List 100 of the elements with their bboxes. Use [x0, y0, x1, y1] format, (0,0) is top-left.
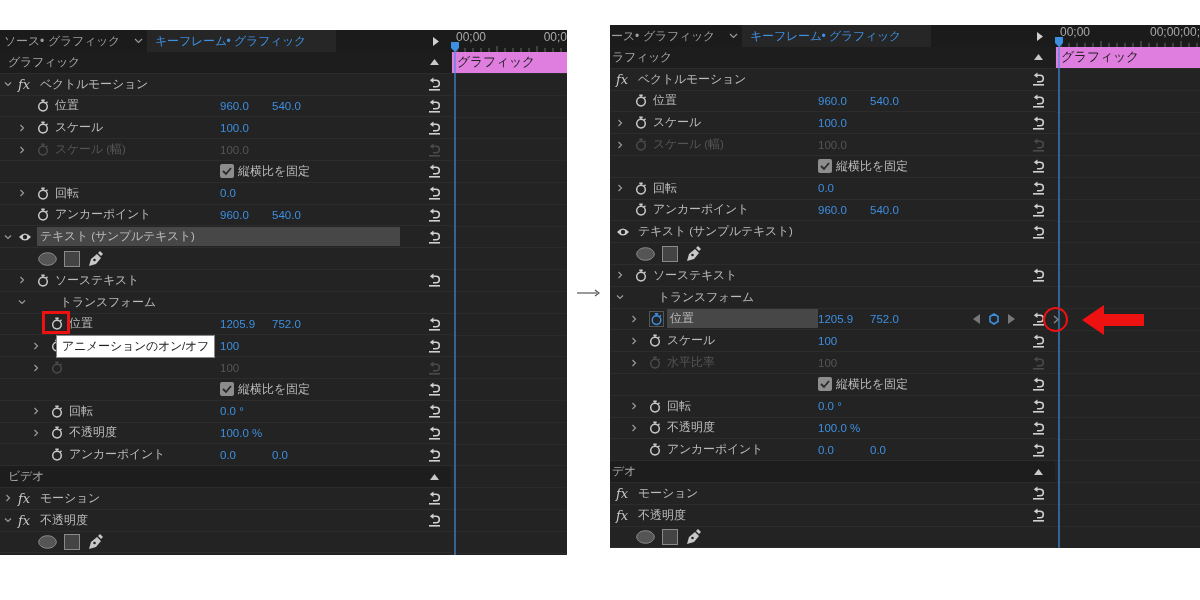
property-name[interactable]: アンカーポイント: [664, 440, 766, 460]
rectangle-tool-icon[interactable]: [662, 245, 678, 262]
chevron-icon[interactable]: [630, 314, 638, 323]
reset-icon[interactable]: [426, 99, 442, 113]
stopwatch-icon[interactable]: [37, 273, 49, 287]
reset-icon[interactable]: [426, 404, 442, 419]
stopwatch-icon[interactable]: [51, 426, 63, 440]
property-value[interactable]: 0.0: [818, 443, 870, 456]
property-name[interactable]: スケール: [650, 113, 704, 133]
clip[interactable]: グラフィック: [452, 52, 567, 73]
next-keyframe-icon[interactable]: [1008, 313, 1015, 324]
property-name[interactable]: アンカーポイント: [52, 205, 154, 225]
reset-icon[interactable]: [426, 229, 442, 244]
chevron-icon[interactable]: [18, 276, 26, 285]
group-name[interactable]: トランスフォーム: [655, 287, 757, 307]
stopwatch-icon[interactable]: [37, 99, 49, 113]
expand-arrow-icon[interactable]: [433, 36, 439, 46]
stopwatch-icon[interactable]: [37, 121, 49, 135]
reset-icon[interactable]: [1030, 224, 1046, 239]
property-value[interactable]: 1205.9: [220, 317, 272, 330]
reset-icon[interactable]: [1030, 377, 1046, 392]
clip[interactable]: グラフィック: [1056, 47, 1200, 68]
property-value[interactable]: 960.0: [818, 203, 870, 216]
stopwatch-icon[interactable]: [635, 203, 647, 217]
property-name[interactable]: 位置: [52, 96, 82, 116]
reset-icon[interactable]: [426, 491, 442, 506]
effect-name[interactable]: モーション: [37, 488, 400, 508]
eye-icon[interactable]: [616, 226, 630, 237]
stopwatch-icon[interactable]: [649, 399, 661, 413]
property-value[interactable]: 100.0 %: [818, 421, 870, 434]
property-value[interactable]: 960.0: [818, 95, 870, 107]
property-name[interactable]: アンカーポイント: [66, 445, 168, 465]
property-name[interactable]: 回転: [52, 183, 82, 203]
previous-keyframe-icon[interactable]: [973, 313, 980, 324]
property-name[interactable]: スケール: [52, 118, 106, 138]
effect-name[interactable]: テキスト (サンプルテキスト): [635, 222, 998, 242]
property-name[interactable]: 位置: [667, 309, 818, 329]
property-name[interactable]: スケール: [664, 331, 718, 351]
dropdown-icon[interactable]: [133, 38, 143, 44]
tab[interactable]: キーフレーム• グラフィック: [146, 30, 337, 52]
reset-icon[interactable]: [1030, 442, 1046, 457]
property-value[interactable]: 540.0: [272, 100, 324, 112]
stopwatch-icon[interactable]: [649, 334, 661, 348]
reset-icon[interactable]: [1030, 399, 1046, 414]
reset-icon[interactable]: [426, 338, 442, 353]
reset-icon[interactable]: [426, 316, 442, 331]
stopwatch-icon[interactable]: [37, 186, 49, 200]
rectangle-tool-icon[interactable]: [64, 533, 80, 550]
reset-icon[interactable]: [1030, 94, 1046, 108]
group-name[interactable]: トランスフォーム: [57, 292, 159, 312]
property-value[interactable]: 960.0: [220, 208, 272, 221]
chevron-icon[interactable]: [630, 423, 638, 432]
ellipse-tool-icon[interactable]: [38, 251, 57, 266]
reset-icon[interactable]: [1030, 268, 1046, 283]
collapse-icon[interactable]: [429, 59, 439, 66]
stopwatch-icon[interactable]: [635, 94, 647, 108]
reset-icon[interactable]: [426, 447, 442, 462]
property-name[interactable]: 位置: [650, 91, 680, 111]
reset-icon[interactable]: [1030, 420, 1046, 435]
stopwatch-icon[interactable]: [649, 421, 661, 435]
checkbox[interactable]: [818, 159, 832, 174]
property-value[interactable]: 540.0: [272, 208, 324, 221]
reset-icon[interactable]: [1030, 202, 1046, 217]
property-name[interactable]: 不透明度: [664, 418, 718, 438]
property-value[interactable]: 752.0: [870, 312, 922, 325]
reset-icon[interactable]: [426, 513, 442, 528]
tab[interactable]: キーフレーム• グラフィック: [741, 25, 932, 47]
pen-tool-icon[interactable]: [87, 250, 103, 267]
property-value[interactable]: 0.0: [818, 182, 870, 195]
chevron-icon[interactable]: [616, 293, 624, 302]
chevron-icon[interactable]: [630, 336, 638, 345]
reset-icon[interactable]: [426, 273, 442, 288]
property-name[interactable]: 回転: [650, 178, 680, 198]
chevron-icon[interactable]: [18, 298, 26, 307]
dropdown-icon[interactable]: [728, 33, 738, 39]
reset-icon[interactable]: [426, 425, 442, 440]
collapse-icon[interactable]: [429, 473, 439, 480]
chevron-icon[interactable]: [616, 184, 624, 193]
chevron-icon[interactable]: [32, 428, 40, 437]
chevron-icon[interactable]: [4, 516, 12, 525]
property-value[interactable]: 100.0: [818, 116, 870, 129]
property-value[interactable]: 100.0: [220, 121, 272, 134]
checkbox[interactable]: [220, 382, 234, 397]
property-value[interactable]: 100: [818, 334, 870, 347]
reset-icon[interactable]: [426, 186, 442, 201]
reset-icon[interactable]: [1030, 181, 1046, 196]
collapse-icon[interactable]: [1033, 54, 1043, 61]
chevron-icon[interactable]: [4, 232, 12, 241]
property-value[interactable]: 0.0: [220, 187, 272, 200]
chevron-icon[interactable]: [4, 494, 12, 503]
effect-name[interactable]: 不透明度: [635, 505, 998, 525]
stopwatch-icon[interactable]: [37, 208, 49, 222]
reset-icon[interactable]: [426, 120, 442, 135]
chevron-icon[interactable]: [18, 123, 26, 132]
chevron-icon[interactable]: [616, 118, 624, 127]
chevron-icon[interactable]: [32, 341, 40, 350]
property-name[interactable]: 位置: [66, 314, 96, 334]
ellipse-tool-icon[interactable]: [38, 534, 57, 549]
stopwatch-icon[interactable]: [51, 317, 63, 331]
rectangle-tool-icon[interactable]: [64, 250, 80, 267]
